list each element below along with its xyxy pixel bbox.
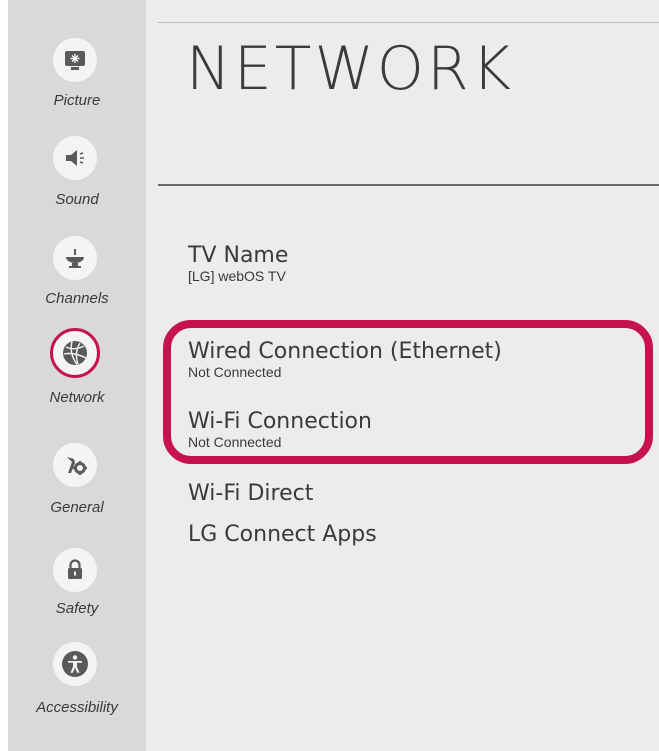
sidebar-item-label: Channels — [45, 290, 109, 307]
sidebar-item-label: Sound — [55, 191, 99, 208]
network-icon — [50, 328, 100, 378]
sidebar-item-label: General — [50, 499, 104, 516]
menu-item-title: TV Name — [188, 243, 289, 268]
channels-icon — [53, 236, 97, 280]
lock-icon — [53, 548, 97, 592]
sidebar-item-picture[interactable]: Picture — [8, 0, 146, 110]
settings-sidebar: Picture Sound Channels Network General S… — [8, 0, 146, 751]
page-title: NETWORK — [186, 34, 515, 104]
menu-item-wifi-direct[interactable]: Wi-Fi Direct — [188, 482, 313, 506]
menu-item-title: Wi-Fi Direct — [188, 481, 314, 506]
general-icon — [53, 443, 97, 487]
menu-item-title: LG Connect Apps — [188, 522, 377, 547]
menu-item-wired-connection[interactable]: Wired Connection (Ethernet) Not Connecte… — [188, 340, 502, 381]
sidebar-item-safety[interactable]: Safety — [8, 518, 146, 622]
sidebar-item-network[interactable]: Network — [8, 310, 146, 410]
menu-item-tv-name[interactable]: TV Name [LG] webOS TV — [188, 244, 288, 285]
sidebar-item-label: Safety — [55, 600, 99, 617]
sidebar-item-general[interactable]: General — [8, 410, 146, 518]
sidebar-item-label: Network — [49, 389, 105, 406]
divider — [158, 22, 659, 23]
menu-item-title: Wired Connection (Ethernet) — [188, 339, 502, 364]
divider — [158, 184, 659, 186]
network-settings-panel: NETWORK TV Name [LG] webOS TV Wired Conn… — [146, 0, 659, 751]
menu-item-subtitle: Not Connected — [188, 434, 282, 450]
picture-icon — [53, 38, 97, 82]
menu-item-wifi-connection[interactable]: Wi-Fi Connection Not Connected — [188, 410, 372, 451]
menu-item-title: Wi-Fi Connection — [188, 409, 372, 434]
sound-icon — [53, 136, 97, 180]
accessibility-icon — [53, 642, 97, 686]
menu-item-lg-connect-apps[interactable]: LG Connect Apps — [188, 523, 377, 547]
menu-item-subtitle: Not Connected — [188, 364, 282, 380]
sidebar-item-accessibility[interactable]: Accessibility — [8, 622, 146, 732]
sidebar-item-label: Picture — [53, 92, 101, 109]
menu-item-subtitle: [LG] webOS TV — [188, 268, 286, 284]
sidebar-item-label: Accessibility — [36, 699, 118, 716]
sidebar-item-sound[interactable]: Sound — [8, 110, 146, 210]
sidebar-item-channels[interactable]: Channels — [8, 210, 146, 310]
tv-settings-screen: Picture Sound Channels Network General S… — [0, 0, 659, 751]
